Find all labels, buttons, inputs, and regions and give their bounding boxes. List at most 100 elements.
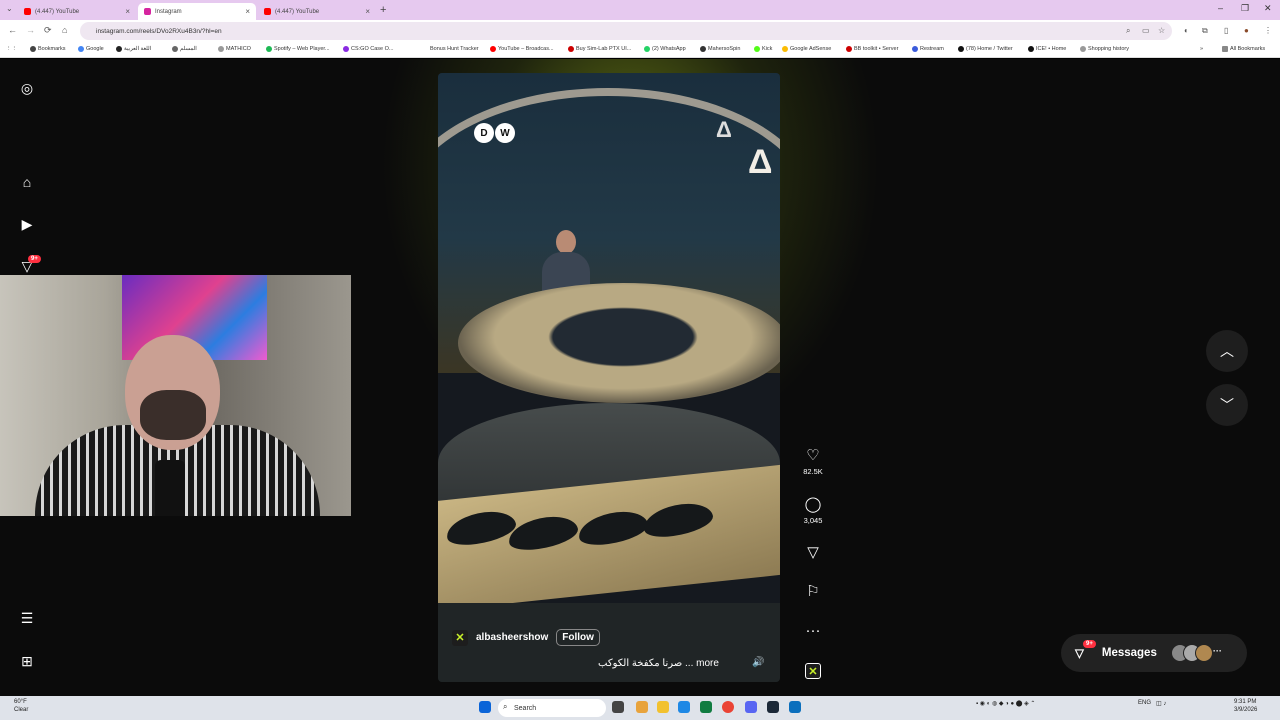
extension-icon[interactable]: ◐ — [1184, 26, 1189, 35]
network-volume-icons[interactable]: ◫ ♪ — [1156, 700, 1166, 707]
back-icon[interactable]: ← — [8, 25, 17, 35]
reel-caption[interactable]: صرنا مكفخة الكوكب ... more — [598, 658, 719, 669]
webcam-person-beard — [140, 390, 206, 440]
start-icon[interactable] — [479, 701, 491, 713]
browser-toolbar: ← → ⟳ ⌂ instagram.com/reels/DVo2RXu4B3n/… — [0, 20, 1280, 42]
audio-source[interactable]: ✕ — [795, 662, 831, 680]
tab-search-icon[interactable]: ⌄ — [6, 4, 13, 13]
bookmark-item[interactable]: CS:GO Case O... — [343, 46, 393, 52]
tab-youtube-2[interactable]: (4.447) YouTube × — [258, 3, 376, 20]
discord-icon[interactable] — [745, 701, 757, 713]
bookmark-icon[interactable]: ⚐ — [795, 583, 831, 601]
chrome-icon[interactable] — [722, 701, 734, 713]
address-bar[interactable]: instagram.com/reels/DVo2RXu4B3n/?hl=en — [80, 22, 1172, 40]
close-tab-icon[interactable]: × — [245, 7, 250, 16]
steam-icon[interactable] — [767, 701, 779, 713]
bookmark-item[interactable]: Buy Sim-Lab PTX UI... — [568, 46, 631, 52]
also-from-meta-icon[interactable]: ⊞ — [18, 652, 36, 670]
bookmark-item[interactable]: (2) WhatsApp — [644, 46, 686, 52]
bookmark-item[interactable]: MATHICO — [218, 46, 251, 52]
tray-icons[interactable]: ▪ ◉ ◐ ◍ ◆ ◑ ● ⬤ ◈ ⌃ — [976, 700, 1035, 707]
home-icon[interactable]: ⌂ — [62, 25, 67, 35]
more-options[interactable]: ··· — [795, 622, 831, 640]
taskbar-search[interactable]: ⌕ Search — [498, 699, 606, 717]
tab-instagram[interactable]: Instagram × — [138, 3, 256, 20]
bookmark-item[interactable]: المسلم — [172, 46, 197, 52]
comment-count: 3,045 — [803, 516, 823, 525]
audio-avatar-icon[interactable]: ✕ — [804, 662, 822, 680]
app-icon[interactable] — [789, 701, 801, 713]
profile-avatar[interactable]: ● — [1244, 26, 1249, 35]
reel-author: ✕ albasheershow Follow — [452, 629, 600, 646]
bookmark-item[interactable]: MahersoSpin — [700, 46, 740, 52]
tab-label: Instagram — [155, 8, 182, 15]
extensions-puzzle-icon[interactable]: ⧉ — [1202, 26, 1208, 36]
bookmark-item[interactable]: Google AdSense — [782, 46, 831, 52]
bookmark-item[interactable]: Google — [78, 46, 104, 52]
reload-icon[interactable]: ⟳ — [44, 25, 52, 36]
app-icon[interactable] — [700, 701, 712, 713]
bookmark-item[interactable]: BB toolkit • Server — [846, 46, 898, 52]
close-tab-icon[interactable]: × — [125, 7, 130, 16]
bookmark-item[interactable]: Bonus Hunt Tracker — [430, 46, 479, 52]
file-explorer-icon[interactable] — [657, 701, 669, 713]
show-logo-icon: Δ — [716, 117, 732, 142]
url-text: instagram.com/reels/DVo2RXu4B3n/?hl=en — [96, 27, 222, 35]
tab-youtube-1[interactable]: (4.447) YouTube × — [18, 3, 136, 20]
comment-icon[interactable]: ◯ — [795, 496, 831, 514]
more-horizontal-icon[interactable]: ··· — [795, 622, 831, 640]
bookmark-item[interactable]: اللغة العربية — [116, 46, 151, 52]
reel-video[interactable]: DW Δ Δ ✕ albasheershow Follow صرنا مكفخة… — [438, 73, 780, 682]
reels-icon[interactable]: ▶ — [18, 215, 36, 233]
all-bookmarks[interactable]: All Bookmarks — [1222, 46, 1265, 52]
bookmark-item[interactable]: (78) Home / Twitter — [958, 46, 1013, 52]
messages-button[interactable]: ▽ 9+ Messages ··· — [1061, 634, 1247, 672]
bookmark-item[interactable]: Shopping history — [1080, 46, 1129, 52]
author-avatar[interactable]: ✕ — [452, 629, 468, 646]
bookmark-star-icon[interactable]: ☆ — [1158, 26, 1165, 35]
save-action[interactable]: ⚐ — [795, 583, 831, 601]
previous-reel-button[interactable]: ︿ — [1206, 330, 1248, 372]
bookmarks-bar: ⋮⋮ Bookmarks Google اللغة العربية المسلم… — [0, 42, 1280, 58]
bookmark-item[interactable]: ICE! • Home — [1028, 46, 1066, 52]
task-view-icon[interactable] — [612, 701, 624, 713]
side-panel-icon[interactable]: ▯ — [1224, 26, 1228, 35]
zoom-icon[interactable]: ⌕ — [1126, 26, 1130, 36]
language-indicator[interactable]: ENG — [1138, 700, 1151, 706]
maximize-button[interactable]: ❐ — [1241, 3, 1249, 14]
share-send-icon[interactable]: ▽ — [795, 544, 831, 562]
bookmark-item[interactable]: Restream — [912, 46, 944, 52]
apps-grid-icon[interactable]: ⋮⋮ — [6, 46, 17, 52]
weather-widget[interactable]: 60°F Clear — [14, 698, 28, 714]
like-action[interactable]: ♡ 82.5K — [795, 447, 831, 476]
tab-label: (4.447) YouTube — [35, 8, 80, 15]
cast-icon[interactable]: ▭ — [1142, 26, 1150, 35]
clock[interactable]: 9:31 PM 3/9/2026 — [1234, 698, 1257, 714]
minimize-button[interactable]: – — [1218, 3, 1223, 13]
forward-icon[interactable]: → — [26, 25, 35, 35]
comment-action[interactable]: ◯ 3,045 — [795, 496, 831, 525]
messages-badge: 9+ — [1083, 640, 1096, 648]
heart-icon[interactable]: ♡ — [795, 447, 831, 465]
bookmarks-overflow-icon[interactable]: » — [1200, 46, 1203, 52]
more-menu-icon[interactable]: ☰ — [18, 609, 36, 627]
menu-kebab-icon[interactable]: ⋮ — [1264, 26, 1272, 35]
share-action[interactable]: ▽ — [795, 544, 831, 562]
close-tab-icon[interactable]: × — [365, 7, 370, 16]
studio-desk — [458, 283, 780, 403]
close-window-button[interactable]: ✕ — [1264, 3, 1272, 14]
copilot-icon[interactable] — [636, 701, 648, 713]
new-tab-button[interactable]: + — [380, 4, 386, 16]
edge-icon[interactable] — [678, 701, 690, 713]
author-username[interactable]: albasheershow — [476, 632, 548, 643]
bookmark-item[interactable]: YouTube – Broadcas... — [490, 46, 554, 52]
audio-toggle-icon[interactable]: 🔊 — [752, 657, 764, 668]
next-reel-button[interactable]: ﹀ — [1206, 384, 1248, 426]
messages-label: Messages — [1101, 647, 1157, 659]
bookmark-item[interactable]: Bookmarks — [30, 46, 66, 52]
follow-button[interactable]: Follow — [556, 629, 600, 646]
bookmark-item[interactable]: Kick — [754, 46, 772, 52]
bookmark-item[interactable]: Spotify – Web Player... — [266, 46, 330, 52]
instagram-logo-icon[interactable]: ◎ — [18, 79, 36, 97]
home-icon[interactable]: ⌂ — [18, 173, 36, 191]
